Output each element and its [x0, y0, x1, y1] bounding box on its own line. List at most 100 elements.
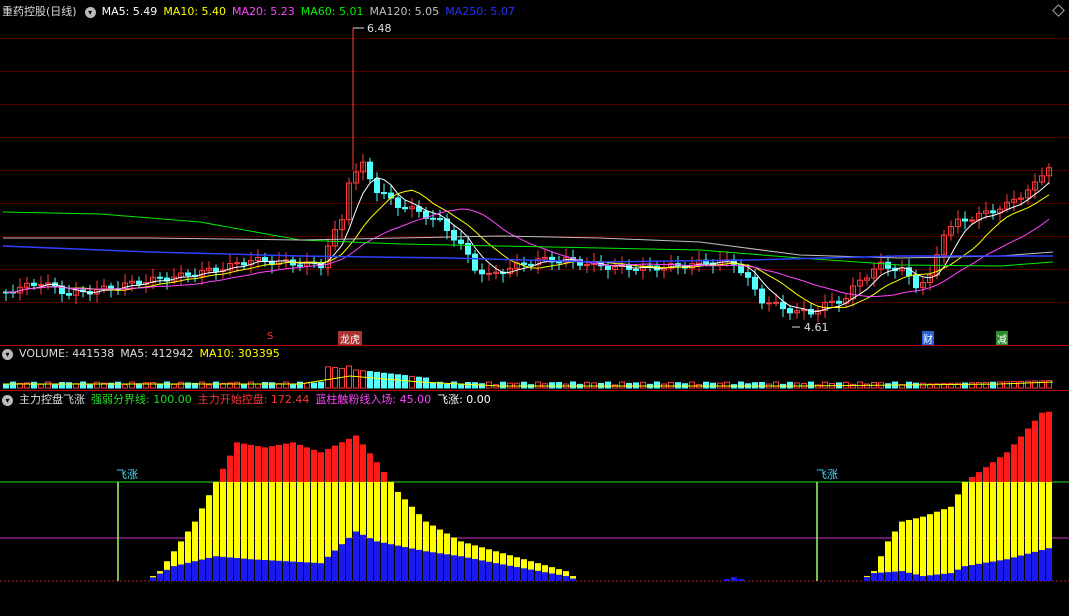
candle-body [395, 197, 401, 208]
indicator-blue-bar [416, 549, 422, 581]
kline-chart[interactable] [0, 0, 1069, 616]
volume-bar [556, 382, 562, 389]
indicator-red-bar [255, 446, 261, 482]
low-price-label: 4.61 [804, 321, 829, 334]
indicator-blue-bar [269, 560, 275, 581]
indicator-blue-bar [878, 572, 884, 581]
volume-bar [45, 381, 51, 389]
indicator-blue-bar [927, 575, 933, 581]
indicator-blue-bar [346, 537, 352, 581]
volume-bar [409, 375, 415, 389]
indicator-blue-bar [906, 572, 912, 581]
volume-bar [1018, 380, 1024, 389]
volume-bar [864, 383, 870, 389]
indicator-red-bar [318, 452, 324, 482]
volume-bar [724, 381, 730, 389]
event-marker-cai[interactable]: 财 [922, 331, 934, 346]
candle-body [556, 261, 562, 264]
volume-bar [808, 381, 814, 389]
indicator-red-bar [1011, 444, 1017, 482]
indicator-blue-bar [976, 563, 982, 581]
indicator-blue-bar [500, 564, 506, 581]
candle-body [773, 301, 779, 304]
indicator-blue-bar [731, 577, 737, 581]
volume-bar [150, 382, 156, 389]
candle-body [787, 308, 793, 314]
volume-bar [234, 381, 240, 389]
indicator-title: 主力控盘飞涨 [19, 393, 85, 406]
volume-bar [1011, 381, 1017, 389]
chevron-down-icon[interactable]: ▾ [2, 348, 13, 360]
event-marker-jian[interactable]: 减 [996, 331, 1008, 346]
volume-bar [584, 381, 590, 389]
indicator-red-bar [220, 468, 226, 482]
volume-bar [1032, 380, 1038, 389]
volume-bar [262, 382, 268, 389]
candle-body [752, 276, 758, 290]
volume-bar [206, 384, 212, 389]
indicator-blue-bar [178, 564, 184, 581]
volume-bar [549, 382, 555, 389]
candle-body [437, 218, 443, 221]
indicator-blue-bar [318, 563, 324, 581]
indicator-red-bar [381, 472, 387, 482]
chevron-down-icon[interactable]: ▾ [2, 394, 13, 406]
ma10-line [5, 189, 1050, 309]
indicator-blue-bar [941, 573, 947, 581]
indicator-blue-bar [157, 573, 163, 581]
volume-bar [703, 381, 709, 389]
candle-body [297, 264, 303, 267]
volume-bar [759, 382, 765, 389]
indicator-red-bar [276, 444, 282, 482]
volume-bar [822, 381, 828, 389]
volume-bar [752, 382, 758, 389]
indicator-blue-bar [360, 534, 366, 581]
event-marker-longhu[interactable]: 龙虎 [338, 331, 362, 346]
candle-body [633, 268, 639, 271]
indicator-blue-bar [451, 555, 457, 581]
indicator-blue-bar [948, 573, 954, 581]
volume-bar [339, 367, 345, 389]
volume-bar [787, 381, 793, 389]
indicator-blue-bar [381, 542, 387, 581]
volume-bar [738, 381, 744, 389]
event-marker-s[interactable]: S [267, 331, 273, 342]
indicator-red-bar [283, 443, 289, 482]
indicator-blue-bar [185, 562, 191, 581]
indicator-blue-bar [241, 558, 247, 581]
indicator-blue-bar [871, 573, 877, 581]
volume-bar [381, 372, 387, 389]
indicator-red-bar [248, 444, 254, 482]
candle-body [584, 264, 590, 267]
indicator-red-bar [1018, 436, 1024, 482]
candle-body [402, 206, 408, 210]
volume-bar [885, 383, 891, 389]
indicator-red-bar [325, 448, 331, 482]
ma250-line [2, 245, 1053, 263]
indicator-blue-bar [388, 544, 394, 581]
indicator-blue-bar [437, 553, 443, 581]
volume-bar [374, 371, 380, 389]
candle-body [430, 217, 436, 220]
volume-ma5: MA5: 412942 [120, 347, 194, 360]
indicator-blue-bar [1018, 555, 1024, 581]
indicator-blue-bar [1046, 548, 1052, 581]
indicator-blue-bar [409, 548, 415, 581]
volume-bar [199, 381, 205, 389]
indicator-blue-bar [290, 561, 296, 581]
indicator-red-bar [269, 446, 275, 482]
indicator-blue-bar [311, 562, 317, 581]
volume-bar [570, 381, 576, 389]
candle-body [759, 288, 765, 304]
indicator-blue-bar [297, 561, 303, 581]
volume-bar [451, 381, 457, 389]
candle-body [486, 272, 492, 275]
volume-bar [31, 381, 37, 389]
indicator-blue-bar [528, 569, 534, 581]
indicator-blue-bar [339, 544, 345, 581]
candle-body [605, 265, 611, 270]
indicator-blue-bar [472, 559, 478, 581]
indicator-blue-bar [374, 541, 380, 581]
indicator-blue-bar [395, 545, 401, 581]
indicator-blue-bar [213, 556, 219, 581]
